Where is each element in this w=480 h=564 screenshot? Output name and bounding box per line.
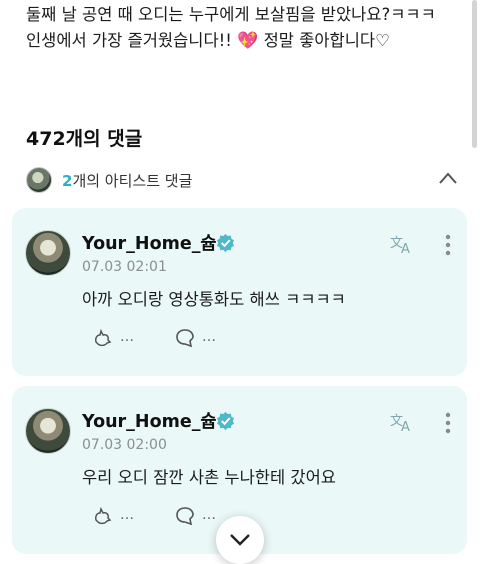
artist-comments-count: 2 — [62, 172, 73, 190]
like-count: … — [120, 507, 135, 523]
comment-card: Your_Home_슙 07.03 02:01 아까 오디랑 영상통화도 해쓰 … — [12, 208, 467, 376]
like-count: … — [120, 329, 135, 345]
reply-count: … — [202, 507, 217, 523]
artist-comments-label: 2개의 아티스트 댓글 — [62, 170, 192, 191]
comments-count: 472개의 댓글 — [26, 128, 143, 150]
comment-time: 07.03 02:00 — [82, 437, 167, 453]
cat-paw-like-icon[interactable] — [92, 328, 112, 348]
more-vertical-icon[interactable] — [445, 234, 451, 256]
comment-text: 아까 오디랑 영상통화도 해쓰 ㅋㅋㅋㅋ — [82, 290, 346, 309]
chevron-up-icon[interactable] — [438, 171, 458, 185]
verified-badge-icon — [216, 233, 235, 252]
scrollbar[interactable] — [472, 0, 477, 148]
post-text: 둘째 날 공연 때 오디는 누구에게 보살핌을 받았나요?ㅋㅋㅋ 인생에서 가장… — [26, 2, 456, 54]
post-line-2-suffix: 정말 좋아합니다♡ — [263, 31, 390, 50]
post-line-2-prefix: 인생에서 가장 즐거웠습니다!! — [26, 31, 232, 50]
translate-icon[interactable]: 文 A — [389, 411, 415, 433]
comment-author[interactable]: Your_Home_슙 — [82, 408, 217, 433]
comment-text: 우리 오디 잠깐 사촌 누나한테 갔어요 — [82, 468, 336, 487]
speech-bubble-icon[interactable] — [175, 506, 195, 526]
artist-comments-toggle[interactable]: 2개의 아티스트 댓글 — [26, 167, 462, 193]
artist-comments-text: 개의 아티스트 댓글 — [72, 172, 193, 190]
svg-text:A: A — [401, 242, 410, 255]
comment-author[interactable]: Your_Home_슙 — [82, 230, 217, 255]
avatar[interactable] — [25, 408, 71, 454]
reply-count: … — [202, 329, 217, 345]
sparkling-heart-icon: 💖 — [237, 31, 259, 51]
scroll-down-button[interactable] — [216, 516, 264, 564]
post-line-2: 인생에서 가장 즐거웠습니다!! 💖 정말 좋아합니다♡ — [26, 28, 456, 54]
comment-time: 07.03 02:01 — [82, 259, 167, 275]
avatar[interactable] — [25, 230, 71, 276]
chevron-down-icon — [230, 534, 250, 546]
more-vertical-icon[interactable] — [445, 412, 451, 434]
post-line-1: 둘째 날 공연 때 오디는 누구에게 보살핌을 받았나요?ㅋㅋㅋ — [26, 5, 436, 24]
verified-badge-icon — [216, 411, 235, 430]
translate-icon[interactable]: 文 A — [389, 233, 415, 255]
cat-paw-like-icon[interactable] — [92, 506, 112, 526]
svg-text:A: A — [401, 420, 410, 433]
speech-bubble-icon[interactable] — [175, 328, 195, 348]
avatar — [26, 167, 52, 193]
